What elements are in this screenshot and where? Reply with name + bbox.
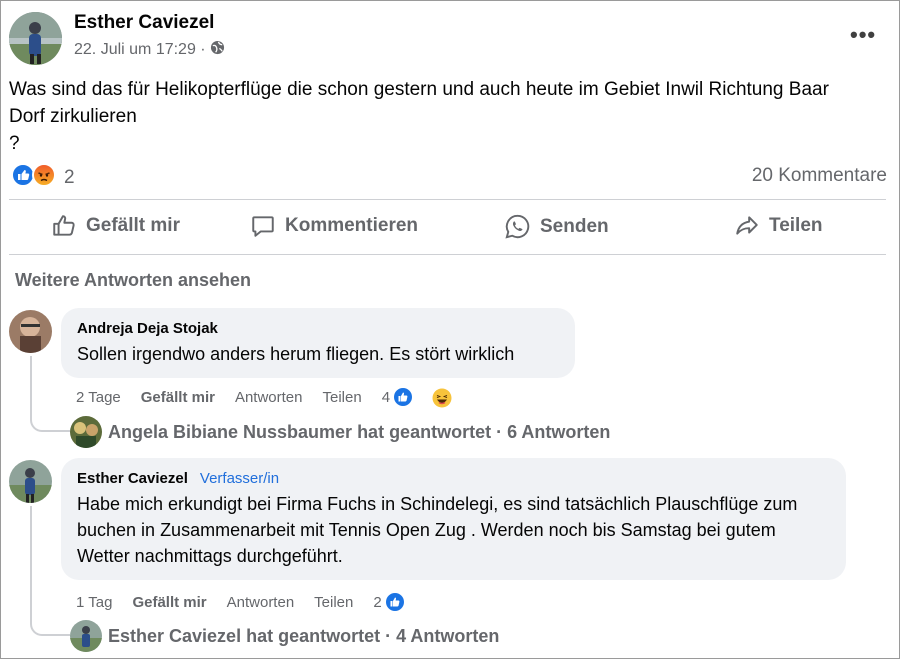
replies-text: Esther Caviezel hat geantwortet · 4 Antw… [108,625,500,646]
commenter-name-row: Esther Caviezel Verfasser/in [77,470,830,487]
comments-count[interactable]: 20 Kommentare [752,165,887,187]
like-button[interactable]: Gefällt mir [51,213,180,239]
comment-like-button[interactable]: Gefällt mir [141,389,215,406]
thread-line [30,506,70,636]
comment-button-label: Kommentieren [285,215,419,236]
comment-reaction-count: 2 [373,593,382,611]
send-button-label: Senden [540,215,609,237]
share-button-label: Teilen [769,215,823,236]
comment-like-button[interactable]: Gefällt mir [132,594,206,611]
comment-reaction-count: 4 [381,388,391,406]
replier-avatar [70,416,102,448]
comment-time[interactable]: 1 Tag [76,594,112,611]
replier-avatar [70,620,102,652]
share-button[interactable]: Teilen [734,213,823,239]
thumbs-up-icon [51,213,77,239]
post-author-name[interactable]: Esther Caviezel [74,12,214,34]
comment-reply-button[interactable]: Antworten [235,389,303,406]
commenter-avatar[interactable] [9,310,52,353]
comment-bubble: Esther Caviezel Verfasser/in Habe mich er… [61,458,846,580]
divider [9,199,886,200]
comment-share-button[interactable]: Teilen [314,594,353,611]
like-icon [392,386,415,408]
comment-icon [250,213,276,239]
send-button[interactable]: Senden [504,213,609,240]
commenter-avatar[interactable] [9,460,52,503]
comment-text: Habe mich erkundigt bei Firma Fuchs in S… [77,494,798,566]
like-icon [383,591,406,613]
share-arrow-icon [734,213,760,239]
comment-actions: 2 Tage Gefällt mir Antworten Teilen 4 [76,386,472,408]
replies-link[interactable]: Angela Bibiane Nussbaumer hat geantworte… [70,416,610,448]
replies-link[interactable]: Esther Caviezel hat geantwortet · 4 Antw… [70,620,499,652]
whatsapp-icon [504,213,531,240]
author-avatar[interactable] [9,12,62,65]
reaction-count: 2 [64,166,75,188]
comment-share-button[interactable]: Teilen [323,389,362,406]
commenter-name[interactable]: Esther Caviezel [77,470,188,487]
comment-reactions[interactable] [392,386,472,408]
globe-icon [210,40,225,60]
comment-reply-button[interactable]: Antworten [227,594,295,611]
comment-button[interactable]: Kommentieren [250,213,418,239]
author-badge: Verfasser/in [199,470,280,487]
post-date[interactable]: 22. Juli um 17:29 · [74,41,206,59]
comment-actions: 1 Tag Gefällt mir Antworten Teilen 2 [76,591,426,613]
comment-time[interactable]: 2 Tage [76,389,121,406]
angry-icon [32,163,56,192]
comment-bubble: Andreja Deja Stojak Sollen irgendwo ande… [61,308,575,378]
thread-line [30,356,70,432]
divider [9,254,886,255]
like-button-label: Gefällt mir [86,215,180,236]
commenter-name[interactable]: Andreja Deja Stojak [77,320,559,337]
replies-text: Angela Bibiane Nussbaumer hat geantworte… [108,421,611,442]
laugh-icon [430,386,453,408]
more-answers-link[interactable]: Weitere Antworten ansehen [15,270,251,291]
post-text: Was sind das für Helikopterflüge die sch… [9,79,829,154]
post-meta: 22. Juli um 17:29 · [74,40,225,60]
comment-text: Sollen irgendwo anders herum fliegen. Es… [77,344,515,364]
comment-reactions[interactable] [383,591,426,613]
post-reactions[interactable]: 2 [11,163,75,192]
more-options-icon[interactable]: ••• [850,22,876,48]
